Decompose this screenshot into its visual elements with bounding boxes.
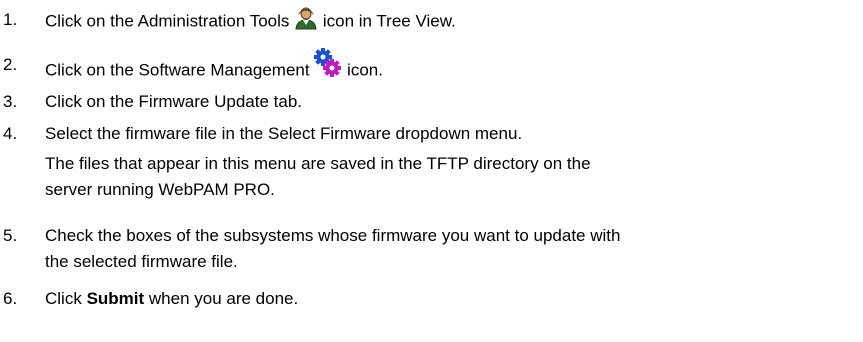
- submit-keyword: Submit: [86, 289, 145, 308]
- step-text: Click on the Firmware Update tab.: [45, 92, 302, 111]
- step-number: 4.: [3, 124, 18, 143]
- step-text-after: icon in Tree View.: [318, 11, 456, 31]
- step-number: 5.: [3, 226, 18, 245]
- administration-tools-person-icon: [294, 6, 318, 30]
- step-text-before: Click on the Software Management: [45, 60, 315, 80]
- step-text: Select the firmware file in the Select F…: [45, 124, 523, 143]
- step-4-note-line-1: The files that appear in this menu are s…: [45, 154, 591, 173]
- step-text: Click Submit when you are done.: [45, 289, 298, 309]
- step-number: 6.: [3, 289, 18, 308]
- step-number: 1.: [3, 10, 18, 29]
- step-4-note-line-2: server running WebPAM PRO.: [45, 180, 275, 199]
- step-text-after: when you are done.: [144, 289, 299, 308]
- step-number: 3.: [3, 92, 18, 111]
- step-text: Click on the Software Management icon.: [45, 48, 383, 87]
- step-text-line-1: Check the boxes of the subsystems whose …: [45, 226, 621, 245]
- step-4-note: The files that appear in this menu are s…: [45, 151, 591, 203]
- step-text-after: icon.: [342, 60, 383, 80]
- step-text: Click on the Administration Tools icon i…: [45, 7, 456, 34]
- step-text-line-2: the selected firmware file.: [45, 252, 238, 271]
- step-number: 2.: [3, 55, 18, 74]
- software-management-gears-icon: [314, 47, 342, 79]
- step-text-before: Click: [45, 289, 87, 308]
- step-text-before: Click on the Administration Tools: [45, 11, 295, 31]
